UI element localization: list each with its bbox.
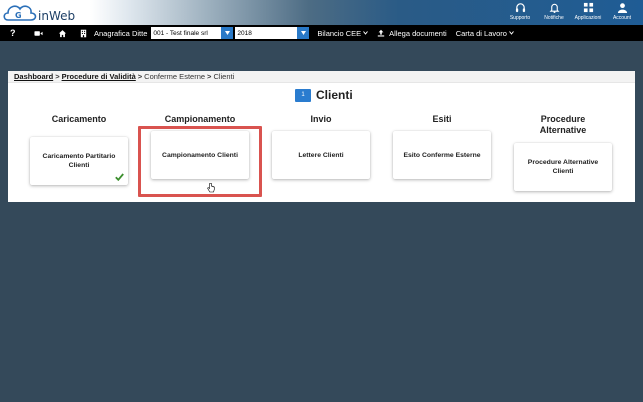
checkmark-icon [115, 173, 124, 181]
cloud-logo-icon[interactable]: G [2, 1, 38, 24]
toolbar: ? Anagrafica Ditte 001 - Test finale srl… [0, 25, 643, 41]
breadcrumb-dashboard[interactable]: Dashboard [14, 72, 53, 81]
breadcrumb-separator: > [55, 72, 60, 81]
column-heading-caricamento: Caricamento [51, 114, 107, 124]
company-select[interactable]: 001 - Test finale srl [151, 27, 234, 39]
card-label: Esito Conferme Esterne [403, 151, 481, 159]
breadcrumb-procedure-di-validita[interactable]: Procedure di Validità [62, 72, 136, 81]
company-select-value: 001 - Test finale srl [153, 29, 208, 37]
breadcrumb-clienti: Clienti [213, 72, 235, 81]
page-title-row: 1 Clienti [295, 88, 353, 102]
company-label: Anagrafica Ditte [94, 28, 148, 38]
bell-icon [549, 3, 559, 13]
breadcrumb-conferme-esterne: Conferme Esterne [144, 72, 206, 81]
breadcrumb: Dashboard > Procedure di Validità > Conf… [8, 71, 635, 83]
page-title: Clienti [316, 88, 353, 102]
allega-documenti-label: Allega documenti [389, 28, 447, 38]
column-heading-procedure-alternative: Procedure Alternative [539, 114, 587, 135]
card-esito-conferme-esterne[interactable]: Esito Conferme Esterne [393, 131, 491, 179]
hand-cursor-icon [207, 183, 215, 193]
notifiche-label: Notifiche [544, 15, 564, 21]
svg-text:G: G [15, 11, 22, 20]
account-label: Account [612, 15, 632, 21]
chevron-down-icon [509, 31, 514, 35]
card-lettere-clienti[interactable]: Lettere Clienti [272, 131, 370, 179]
headset-icon [515, 3, 525, 13]
bilancio-menu[interactable]: Bilancio CEE [317, 28, 369, 38]
help-icon[interactable]: ? [10, 28, 20, 38]
user-icon [617, 3, 627, 13]
applicazioni-button[interactable]: Applicazioni [571, 0, 605, 25]
video-icon[interactable] [30, 25, 46, 41]
breadcrumb-separator: > [207, 72, 212, 81]
card-caricamento-partitario-clienti[interactable]: Caricamento Partitario Clienti [30, 137, 128, 185]
supporto-button[interactable]: Supporto [503, 0, 537, 25]
year-select-value: 2018 [237, 29, 252, 37]
column-heading-campionamento: Campionamento [164, 114, 236, 124]
year-dropdown-button[interactable] [297, 27, 310, 39]
logo-text: inWeb [38, 9, 76, 23]
carta-di-lavoro-menu[interactable]: Carta di Lavoro [456, 29, 514, 38]
selection-highlight [138, 126, 262, 197]
company-dropdown-button[interactable] [221, 27, 234, 39]
home-icon[interactable] [54, 25, 70, 41]
column-heading-invio: Invio [310, 114, 332, 124]
breadcrumb-separator: > [137, 72, 143, 81]
upload-icon [377, 29, 385, 37]
supporto-label: Supporto [509, 15, 531, 21]
allega-documenti-button[interactable]: Allega documenti [377, 29, 447, 38]
caret-down-icon [224, 31, 230, 35]
step-badge: 1 [295, 88, 311, 102]
column-heading-esiti: Esiti [432, 114, 452, 124]
building-icon [75, 25, 91, 41]
card-label: Lettere Clienti [298, 151, 344, 159]
carta-di-lavoro-label: Carta di Lavoro [455, 28, 507, 38]
applicazioni-label: Applicazioni [574, 15, 602, 21]
grid-icon [583, 2, 593, 13]
bilancio-menu-label: Bilancio CEE [317, 28, 362, 38]
content-panel: Dashboard > Procedure di Validità > Conf… [8, 71, 635, 202]
card-label: Procedure Alternative Clienti [527, 159, 599, 175]
top-actions: Supporto Notifiche Applicazioni Account [503, 0, 639, 25]
notifiche-button[interactable]: Notifiche [537, 0, 571, 25]
top-header: G inWeb Supporto Notifiche Applicazioni … [0, 0, 643, 25]
chevron-down-icon [363, 31, 369, 35]
account-button[interactable]: Account [605, 0, 639, 25]
card-label: Caricamento Partitario Clienti [42, 153, 116, 169]
year-select[interactable]: 2018 [235, 27, 310, 39]
card-procedure-alternative-clienti[interactable]: Procedure Alternative Clienti [514, 143, 612, 191]
caret-down-icon [300, 31, 306, 35]
